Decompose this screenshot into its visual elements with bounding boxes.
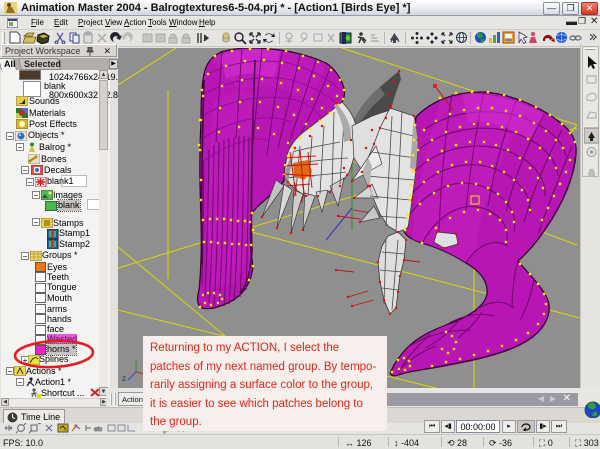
svg-text:etc: etc bbox=[94, 427, 102, 433]
svg-text:z: z bbox=[122, 374, 126, 383]
